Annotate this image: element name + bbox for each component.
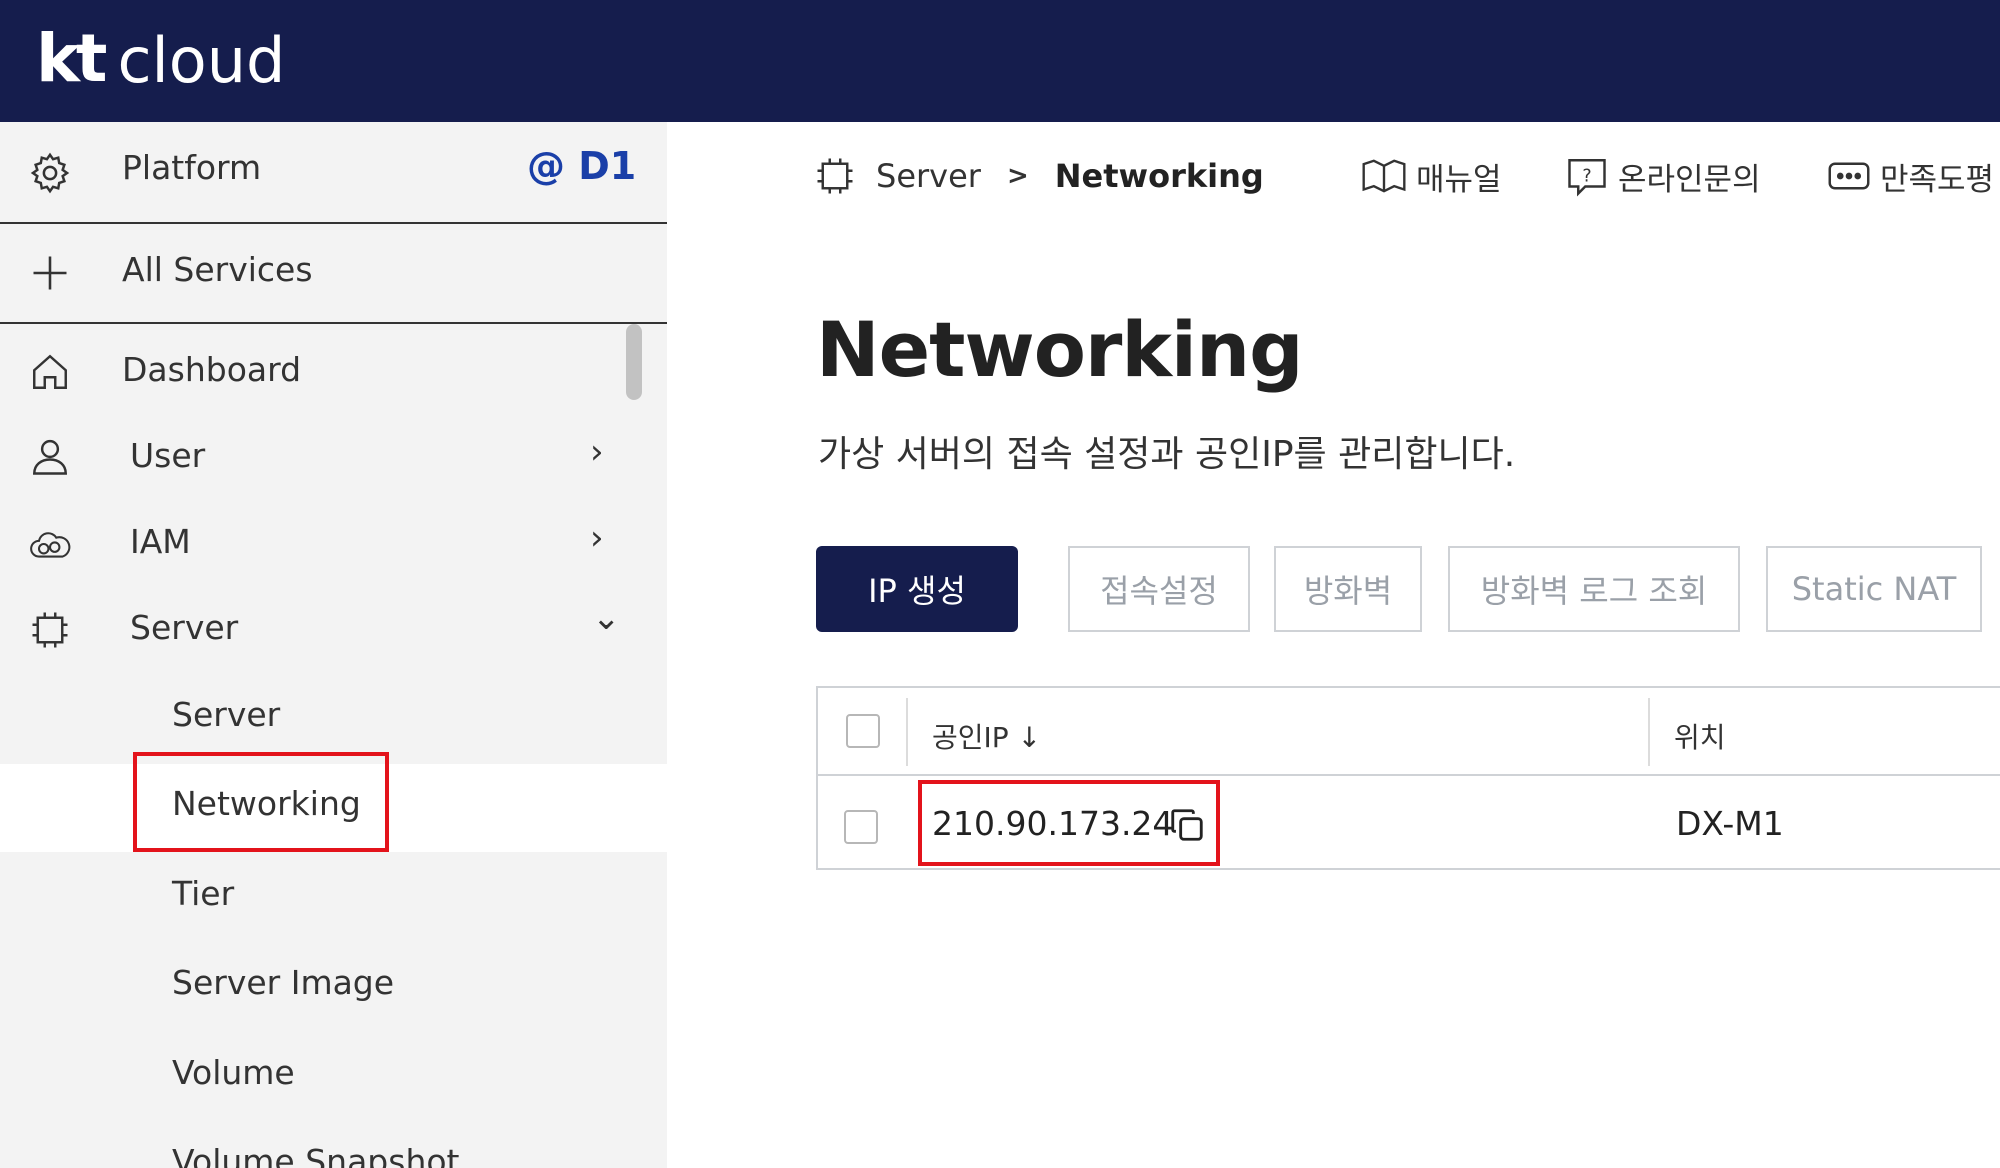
top-navigation-bar: kt cloud [0, 0, 2000, 122]
highlight-box [918, 780, 1220, 866]
page-title: Networking [816, 305, 1303, 394]
sidebar-subitem-server[interactable]: Server [172, 695, 280, 734]
user-icon [26, 432, 74, 480]
sidebar-subitem-volume[interactable]: Volume [172, 1053, 295, 1092]
online-inquiry-label: 온라인문의 [1618, 161, 1761, 198]
sidebar: Platform @ D1 All Services Dashboard Use… [0, 122, 667, 1168]
sidebar-item-label: Server [130, 608, 239, 647]
row-checkbox[interactable] [844, 810, 878, 844]
sidebar-item-label: Dashboard [122, 350, 302, 389]
logo-kt-text: kt [36, 20, 107, 97]
column-header-location[interactable]: 위치 [1674, 716, 1726, 756]
chevron-right-icon: › [590, 432, 604, 472]
column-separator [1648, 698, 1650, 766]
breadcrumb-separator: > [1006, 161, 1029, 191]
sidebar-item-dashboard[interactable]: Dashboard [0, 332, 667, 408]
sidebar-subitem-tier[interactable]: Tier [172, 874, 234, 913]
page-description: 가상 서버의 접속 설정과 공인IP를 관리합니다. [818, 434, 1516, 475]
firewall-button[interactable]: 방화벽 [1274, 546, 1422, 632]
breadcrumb-parent[interactable]: Server [876, 157, 981, 195]
platform-label: Platform [122, 148, 262, 187]
sidebar-item-iam[interactable]: IAM › [0, 504, 667, 580]
all-services-label: All Services [122, 250, 313, 289]
highlight-box [133, 752, 389, 852]
breadcrumb-current: Networking [1054, 157, 1264, 195]
chevron-right-icon: › [590, 518, 604, 558]
book-icon [1362, 159, 1406, 193]
plus-icon [26, 249, 74, 297]
question-icon: ? [1568, 159, 1606, 197]
static-nat-button[interactable]: Static NAT [1766, 546, 1982, 632]
online-inquiry-link[interactable]: ? 온라인문의 [1566, 150, 1761, 202]
cloud-icon [26, 520, 74, 568]
chat-dots-icon [1828, 162, 1870, 190]
region-badge: @ D1 [527, 144, 637, 188]
access-settings-button[interactable]: 접속설정 [1068, 546, 1250, 632]
column-header-public-ip[interactable]: 공인IP ↓ [932, 716, 1041, 756]
sidebar-item-server[interactable]: Server ⌄ [0, 590, 667, 666]
chip-icon [814, 155, 856, 197]
home-icon [26, 348, 74, 396]
platform-selector[interactable]: Platform @ D1 [0, 122, 667, 224]
sidebar-subitem-server-image[interactable]: Server Image [172, 963, 394, 1002]
logo-cloud-text: cloud [117, 24, 286, 97]
chevron-down-icon: ⌄ [592, 598, 621, 638]
gear-icon [26, 149, 74, 197]
sidebar-item-user[interactable]: User › [0, 418, 667, 494]
location-value: DX-M1 [1676, 804, 1784, 843]
sidebar-item-label: IAM [130, 522, 191, 561]
select-all-checkbox[interactable] [846, 714, 880, 748]
manual-label: 매뉴얼 [1416, 161, 1502, 198]
manual-link[interactable]: 매뉴얼 [1362, 150, 1502, 202]
sidebar-item-label: User [130, 436, 206, 475]
breadcrumb: Server > Networking [814, 148, 1264, 204]
chip-icon [26, 606, 74, 654]
svg-text:?: ? [1582, 166, 1591, 186]
firewall-log-button[interactable]: 방화벽 로그 조회 [1448, 546, 1740, 632]
all-services-link[interactable]: All Services [0, 224, 667, 322]
survey-label: 만족도평 [1880, 161, 1995, 198]
table-header: 공인IP ↓ 위치 [818, 688, 2000, 776]
create-ip-button[interactable]: IP 생성 [816, 546, 1018, 632]
divider [0, 322, 667, 324]
kt-cloud-logo[interactable]: kt cloud [36, 8, 285, 92]
sidebar-subitem-volume-snapshot[interactable]: Volume Snapshot [172, 1142, 460, 1168]
survey-link[interactable]: 만족도평 [1828, 150, 1994, 202]
column-separator [906, 698, 908, 766]
